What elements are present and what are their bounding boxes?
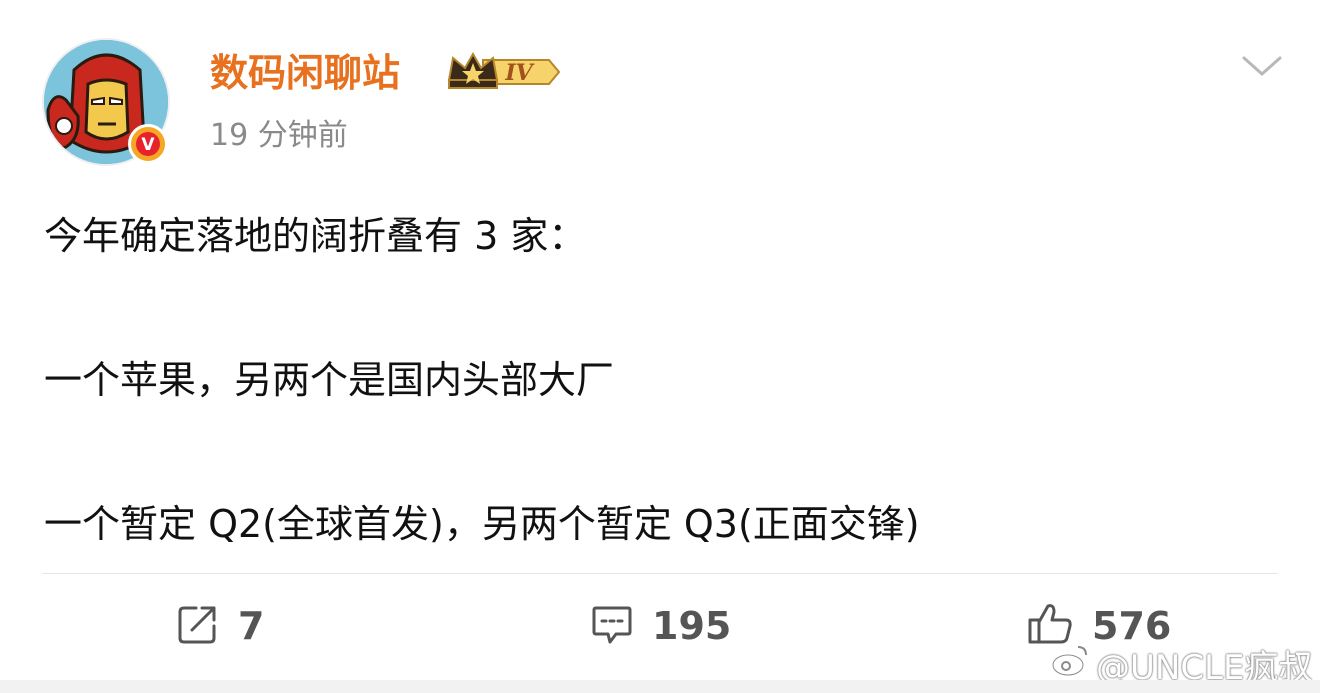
post-line: 今年确定落地的阔折叠有 3 家： [44,214,587,258]
post-timestamp: 19 分钟前 [210,118,348,153]
comment-button[interactable]: 195 [590,598,731,654]
avatar[interactable]: V [42,38,170,166]
level-crown-badge[interactable]: IV [445,50,563,98]
post-line: 一个暂定 Q2(全球首发)，另两个暂定 Q3(正面交锋) [44,502,920,546]
repost-button[interactable]: 7 [176,598,264,654]
verified-badge-letter: V [141,135,155,155]
chevron-down-icon[interactable] [1240,52,1284,80]
comment-count: 195 [652,604,732,648]
level-badge-text: IV [504,60,534,86]
post-body: 今年确定落地的阔折叠有 3 家： 一个苹果，另两个是国内头部大厂 一个暂定 Q2… [44,200,1284,560]
username[interactable]: 数码闲聊站 [210,48,400,98]
comment-icon [590,602,634,650]
repost-count: 7 [238,604,265,648]
post-line: 一个苹果，另两个是国内头部大厂 [44,358,615,402]
divider [42,573,1278,574]
verified-badge-icon: V [128,124,168,164]
bottom-strip [0,680,1320,693]
repost-icon [176,602,220,650]
